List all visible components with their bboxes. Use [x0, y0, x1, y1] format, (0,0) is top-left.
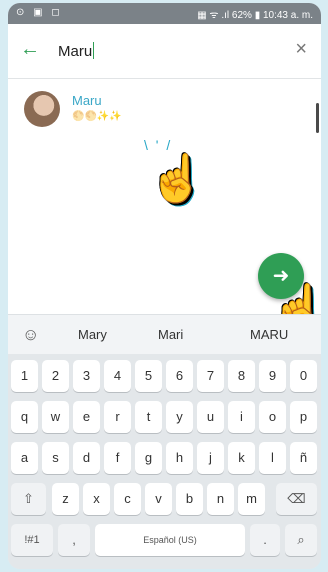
key-n-tilde[interactable]: ñ — [290, 442, 317, 474]
suggestion-item[interactable]: Mary — [78, 327, 107, 342]
key-z[interactable]: z — [52, 483, 79, 515]
key-u[interactable]: u — [197, 401, 224, 433]
pointing-hand-icon: ☝ — [148, 152, 206, 204]
key-j[interactable]: j — [197, 442, 224, 474]
key-t[interactable]: t — [135, 401, 162, 433]
emoji-icon[interactable]: ☺ — [22, 325, 39, 345]
suggestion-item[interactable]: Mari — [158, 327, 183, 342]
key-p[interactable]: p — [290, 401, 317, 433]
status-bar: ⊙ ▣ ◻ ▦ ᯤ .ıl 62% ▮ 10:43 a. m. — [8, 3, 321, 24]
key-1[interactable]: 1 — [11, 360, 38, 392]
phone-screen: ⊙ ▣ ◻ ▦ ᯤ .ıl 62% ▮ 10:43 a. m. ← Maru ×… — [8, 3, 321, 569]
key-i[interactable]: i — [228, 401, 255, 433]
key-o[interactable]: o — [259, 401, 286, 433]
key-b[interactable]: b — [176, 483, 203, 515]
key-f[interactable]: f — [104, 442, 131, 474]
key-c[interactable]: c — [114, 483, 141, 515]
key-e[interactable]: e — [73, 401, 100, 433]
comma-key[interactable]: , — [58, 524, 90, 556]
key-x[interactable]: x — [83, 483, 110, 515]
key-h[interactable]: h — [166, 442, 193, 474]
key-q[interactable]: q — [11, 401, 38, 433]
search-bar: ← Maru × — [8, 24, 321, 79]
keyboard-row-function: !#1 , Español (US) . ⌕ — [8, 524, 321, 558]
key-5[interactable]: 5 — [135, 360, 162, 392]
close-icon[interactable]: × — [295, 38, 307, 61]
contact-status: 🌕🌕✨✨ — [72, 111, 122, 122]
keyboard-row-numbers: 1 2 3 4 5 6 7 8 9 0 — [8, 360, 321, 394]
space-bar[interactable]: Español (US) — [95, 524, 245, 556]
key-r[interactable]: r — [104, 401, 131, 433]
key-8[interactable]: 8 — [228, 360, 255, 392]
key-4[interactable]: 4 — [104, 360, 131, 392]
avatar — [24, 91, 60, 127]
contact-name: Maru — [72, 93, 102, 108]
key-2[interactable]: 2 — [42, 360, 69, 392]
scrollbar[interactable] — [316, 103, 319, 133]
key-n[interactable]: n — [207, 483, 234, 515]
key-3[interactable]: 3 — [73, 360, 100, 392]
backspace-icon[interactable]: ⌫ — [276, 483, 317, 515]
back-arrow-icon[interactable]: ← — [20, 38, 40, 61]
key-g[interactable]: g — [135, 442, 162, 474]
key-k[interactable]: k — [228, 442, 255, 474]
suggestion-bar: ☺ Mary Mari MARU — [8, 314, 321, 355]
tap-indicator-icon: \ ' / — [144, 137, 173, 153]
period-key[interactable]: . — [250, 524, 280, 556]
contact-row[interactable]: Maru 🌕🌕✨✨ — [8, 87, 321, 139]
search-icon[interactable]: ⌕ — [285, 524, 317, 556]
key-s[interactable]: s — [42, 442, 69, 474]
key-a[interactable]: a — [11, 442, 38, 474]
keyboard: 1 2 3 4 5 6 7 8 9 0 q w e r t y u i o p … — [8, 354, 321, 569]
key-0[interactable]: 0 — [290, 360, 317, 392]
status-right-info: ▦ ᯤ .ıl 62% ▮ 10:43 a. m. — [197, 10, 313, 21]
key-y[interactable]: y — [166, 401, 193, 433]
key-7[interactable]: 7 — [197, 360, 224, 392]
status-left-icons: ⊙ ▣ ◻ — [16, 7, 63, 18]
key-9[interactable]: 9 — [259, 360, 286, 392]
key-m[interactable]: m — [238, 483, 265, 515]
key-v[interactable]: v — [145, 483, 172, 515]
search-input[interactable]: Maru — [58, 42, 95, 60]
keyboard-row-bottom: ⇧ z x c v b n m ⌫ — [8, 483, 321, 517]
keyboard-row-middle: a s d f g h j k l ñ — [8, 442, 321, 476]
suggestion-item[interactable]: MARU — [250, 327, 288, 342]
keyboard-row-top: q w e r t y u i o p — [8, 401, 321, 435]
key-6[interactable]: 6 — [166, 360, 193, 392]
shift-key-icon[interactable]: ⇧ — [11, 483, 46, 515]
key-l[interactable]: l — [259, 442, 286, 474]
text-cursor — [93, 42, 95, 59]
key-d[interactable]: d — [73, 442, 100, 474]
key-w[interactable]: w — [42, 401, 69, 433]
symbols-key[interactable]: !#1 — [11, 524, 53, 556]
